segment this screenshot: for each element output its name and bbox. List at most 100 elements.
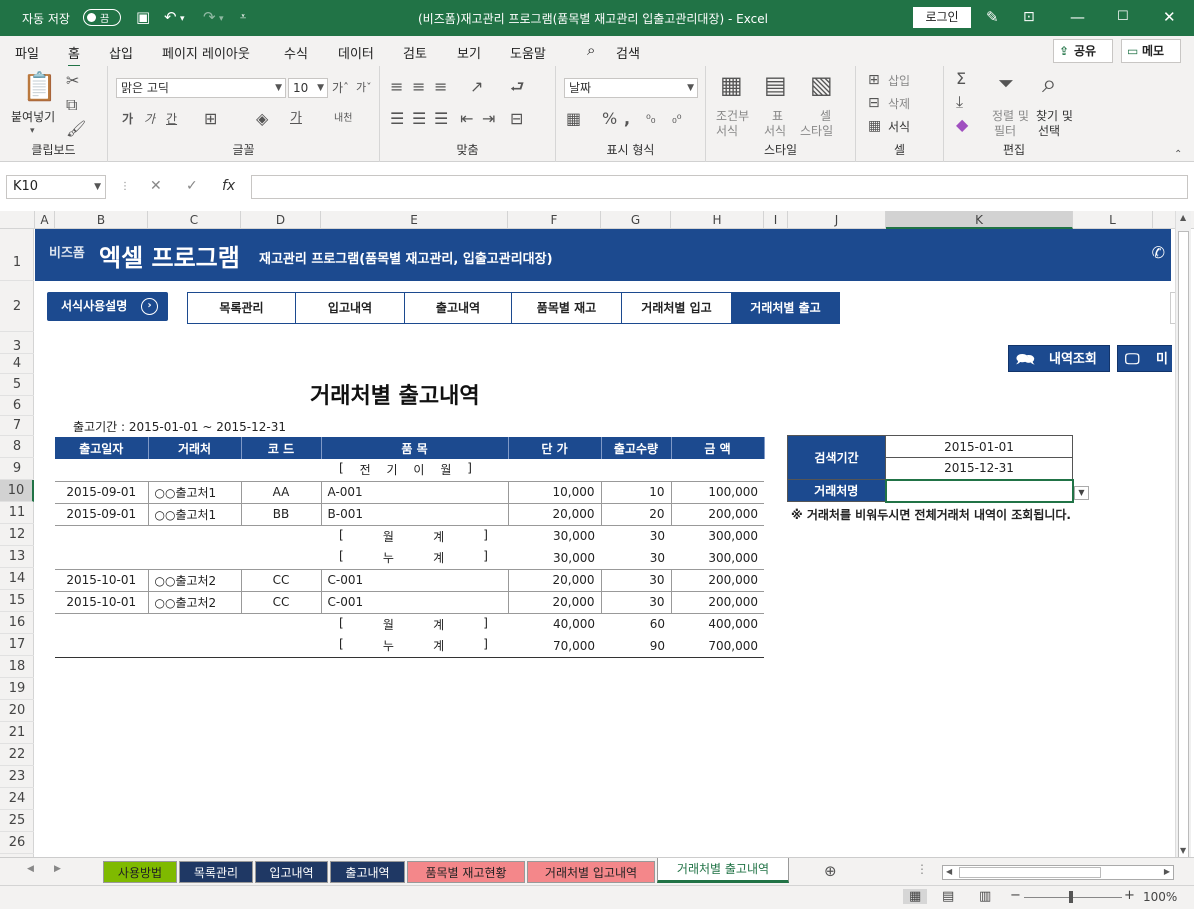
cell-price[interactable]: 40,000 bbox=[508, 613, 601, 635]
cell-empty[interactable] bbox=[55, 635, 148, 658]
merge-center-icon[interactable]: ⊟ bbox=[510, 110, 523, 128]
row-header-2[interactable]: 2 bbox=[0, 281, 34, 332]
clear-icon[interactable]: ◆ bbox=[956, 116, 968, 134]
find-select-label-2[interactable]: 선택 bbox=[1038, 122, 1060, 139]
format-cells-icon[interactable]: ▦ bbox=[868, 117, 881, 135]
delete-cells-icon[interactable]: ⊟ bbox=[868, 94, 880, 112]
column-header-d[interactable]: D bbox=[241, 211, 321, 229]
column-header-a[interactable]: A bbox=[35, 211, 55, 229]
minimize-icon[interactable]: — bbox=[1070, 8, 1085, 26]
page-layout-view-icon[interactable]: ▤ bbox=[942, 889, 954, 904]
cell-empty[interactable] bbox=[241, 635, 321, 658]
cell-empty[interactable] bbox=[508, 459, 601, 482]
cell-empty[interactable] bbox=[148, 635, 241, 658]
sort-filter-icon[interactable]: ⏷ bbox=[998, 73, 1014, 93]
autosave-toggle[interactable]: 끔 bbox=[83, 9, 121, 26]
nav-tab-shipments[interactable]: 출고내역 bbox=[404, 292, 512, 324]
sheet-tab[interactable]: 거래처별 입고내역 bbox=[527, 861, 655, 883]
cell-date[interactable]: 2015-09-01 bbox=[55, 481, 149, 504]
row-header-21[interactable]: 21 bbox=[0, 722, 34, 744]
menu-file[interactable]: 파일 bbox=[15, 43, 39, 62]
cell-price[interactable]: 10,000 bbox=[508, 481, 602, 504]
cell-summary-label[interactable]: [월 계] bbox=[321, 525, 508, 547]
row-header-19[interactable]: 19 bbox=[0, 678, 34, 700]
share-button[interactable]: ⇪ 공유 bbox=[1053, 39, 1113, 63]
align-right-icon[interactable]: ☰ bbox=[434, 110, 448, 128]
horizontal-scrollbar[interactable]: ◀ ▶ bbox=[942, 865, 1174, 880]
align-top-icon[interactable]: ≡ bbox=[390, 78, 403, 96]
row-header-18[interactable]: 18 bbox=[0, 656, 34, 678]
redo-dropdown-icon[interactable]: ▾ bbox=[219, 10, 224, 28]
sheet-tab[interactable]: 사용방법 bbox=[103, 861, 177, 883]
cell-client[interactable]: ○○출고처1 bbox=[148, 481, 242, 504]
zoom-out-icon[interactable]: − bbox=[1010, 888, 1021, 903]
row-header-12[interactable]: 12 bbox=[0, 524, 34, 546]
column-header-f[interactable]: F bbox=[508, 211, 601, 229]
scroll-down-icon[interactable]: ▼ bbox=[1180, 846, 1186, 855]
scroll-up-icon[interactable]: ▲ bbox=[1180, 213, 1186, 222]
font-color-icon[interactable]: 가 bbox=[290, 110, 302, 128]
row-header-9[interactable]: 9 bbox=[0, 458, 34, 480]
save-icon[interactable]: ▣ bbox=[136, 8, 150, 26]
nav-tab-list[interactable]: 목록관리 bbox=[187, 292, 296, 324]
zoom-in-icon[interactable]: + bbox=[1124, 888, 1135, 903]
undo-dropdown-icon[interactable]: ▾ bbox=[180, 10, 185, 28]
format-cells-label[interactable]: 서식 bbox=[888, 118, 910, 135]
row-header-4[interactable]: 4 bbox=[0, 354, 34, 374]
decrease-decimal-icon[interactable]: ₀⁰ bbox=[672, 110, 682, 128]
increase-decimal-icon[interactable]: ⁰₀ bbox=[646, 110, 656, 128]
cell-empty[interactable] bbox=[241, 525, 321, 547]
zoom-slider-thumb[interactable] bbox=[1069, 891, 1073, 903]
find-select-icon[interactable]: ⌕ bbox=[1042, 70, 1057, 98]
cell-date[interactable]: 2015-10-01 bbox=[55, 591, 149, 614]
second-action-button[interactable]: 🖵 미 bbox=[1117, 345, 1172, 372]
new-sheet-icon[interactable]: ⊕ bbox=[824, 862, 837, 880]
row-header-15[interactable]: 15 bbox=[0, 590, 34, 612]
scroll-thumb[interactable] bbox=[1178, 231, 1189, 861]
underline-icon[interactable]: 간 bbox=[166, 110, 177, 128]
cell-qty[interactable]: 30 bbox=[601, 547, 671, 570]
row-header-11[interactable]: 11 bbox=[0, 502, 34, 524]
row-header-20[interactable]: 20 bbox=[0, 700, 34, 722]
page-break-view-icon[interactable]: ▥ bbox=[979, 889, 991, 904]
cell-amount[interactable]: 300,000 bbox=[671, 525, 764, 547]
row-header-10[interactable]: 10 bbox=[0, 480, 34, 502]
paste-dropdown-icon[interactable]: ▾ bbox=[30, 122, 35, 140]
row-header-3[interactable]: 3 bbox=[0, 332, 34, 354]
paste-icon[interactable]: 📋 bbox=[22, 72, 57, 102]
collapse-ribbon-icon[interactable]: ⌃ bbox=[1174, 146, 1182, 164]
row-header-5[interactable]: 5 bbox=[0, 374, 34, 396]
sheet-tab[interactable]: 거래처별 출고내역 bbox=[657, 858, 789, 883]
name-box[interactable]: K10 ▼ bbox=[6, 175, 106, 199]
format-painter-icon[interactable]: 🖌 bbox=[66, 120, 86, 138]
cell-empty[interactable] bbox=[148, 547, 241, 570]
insert-cells-label[interactable]: 삽입 bbox=[888, 72, 910, 89]
row-header-7[interactable]: 7 bbox=[0, 416, 34, 436]
row-header-13[interactable]: 13 bbox=[0, 546, 34, 568]
border-icon[interactable]: ⊞ bbox=[204, 110, 217, 128]
row-header-24[interactable]: 24 bbox=[0, 788, 34, 810]
menu-view[interactable]: 보기 bbox=[457, 43, 481, 62]
cell-price[interactable]: 20,000 bbox=[508, 591, 602, 614]
hscroll-left-icon[interactable]: ◀ bbox=[946, 867, 952, 876]
cell-client[interactable]: ○○출고처2 bbox=[148, 569, 242, 592]
cell-empty[interactable] bbox=[148, 525, 241, 547]
cell-code[interactable]: AA bbox=[241, 481, 322, 504]
copy-icon[interactable]: ⧉ bbox=[66, 96, 77, 114]
column-header-g[interactable]: G bbox=[601, 211, 671, 229]
menu-data[interactable]: 데이터 bbox=[338, 43, 374, 62]
cell-price[interactable]: 30,000 bbox=[508, 547, 601, 570]
maximize-icon[interactable]: ☐ bbox=[1117, 8, 1129, 26]
search-icon[interactable]: ⌕ bbox=[587, 41, 595, 59]
align-middle-icon[interactable]: ≡ bbox=[412, 78, 425, 96]
accounting-format-icon[interactable]: ▦ bbox=[566, 110, 581, 128]
align-left-icon[interactable]: ☰ bbox=[390, 110, 404, 128]
cell-empty[interactable] bbox=[55, 459, 148, 482]
insert-cells-icon[interactable]: ⊞ bbox=[868, 71, 880, 89]
customize-qat-icon[interactable]: ⩡ bbox=[240, 8, 246, 26]
hscroll-right-icon[interactable]: ▶ bbox=[1164, 867, 1170, 876]
ribbon-display-icon[interactable]: ⊡ bbox=[1023, 8, 1035, 26]
cell-amount[interactable]: 200,000 bbox=[671, 569, 764, 592]
cell-price[interactable]: 70,000 bbox=[508, 635, 601, 658]
nav-tab-stock-by-item[interactable]: 품목별 재고 bbox=[511, 292, 622, 324]
